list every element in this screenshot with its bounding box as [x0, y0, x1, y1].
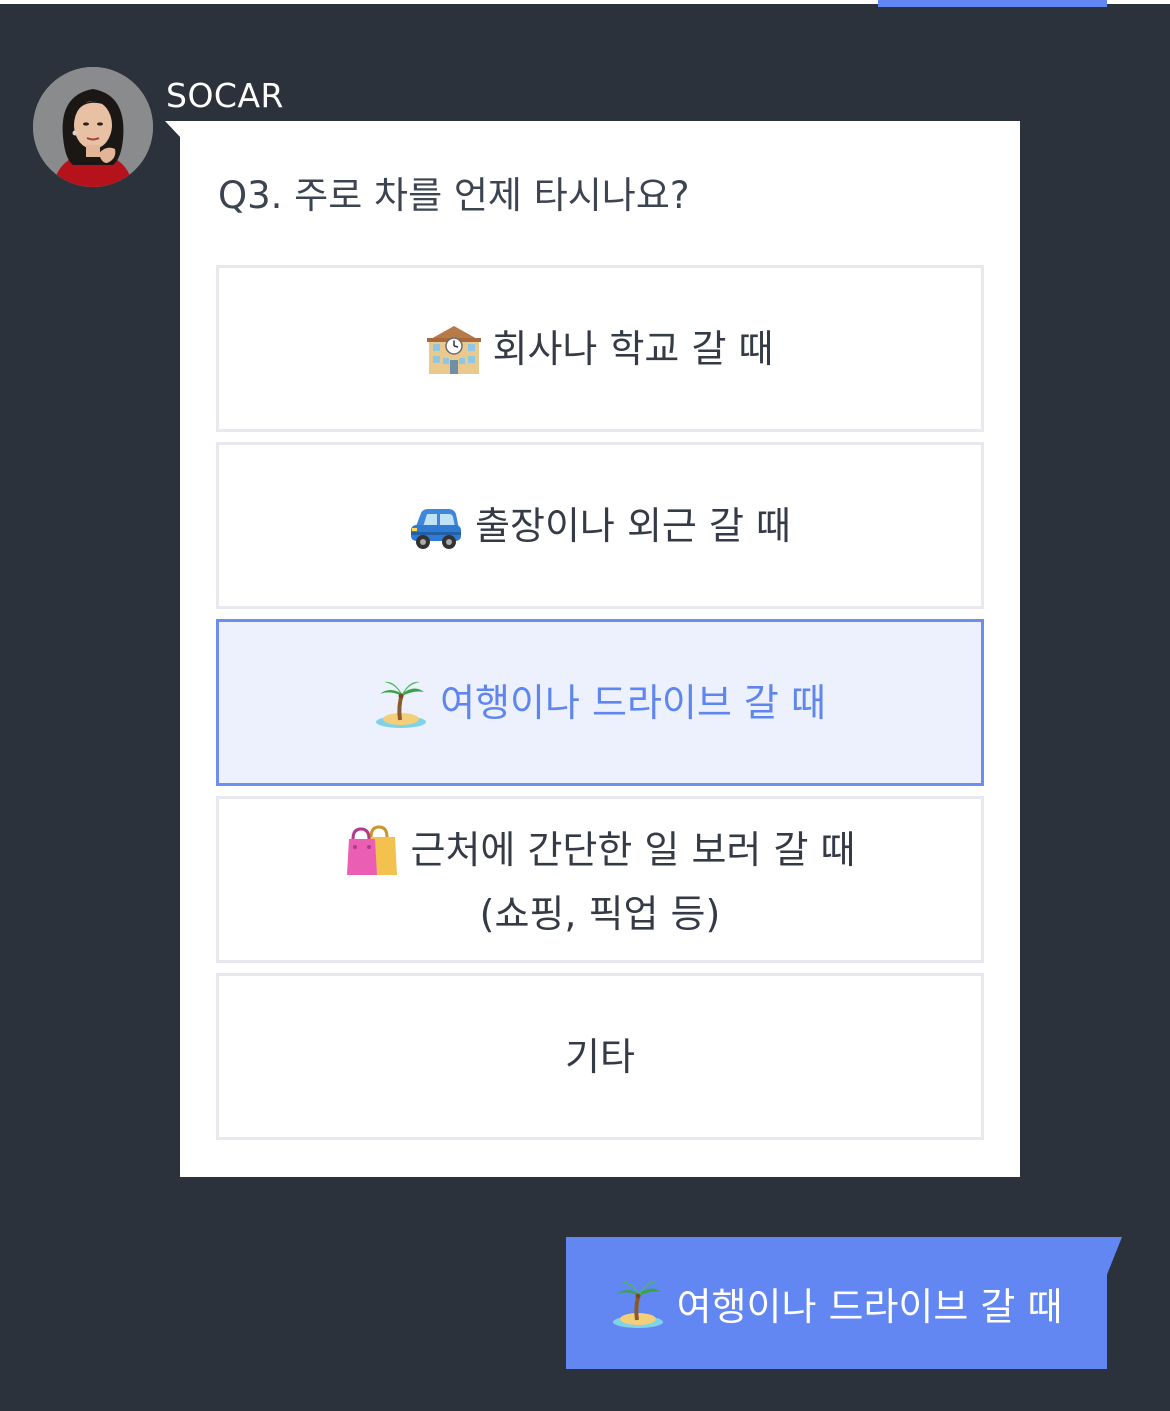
chat-screen: SOCAR Q3. 주로 차를 언제 타시나요? 회사나 학교 갈 때 출장이나… [0, 0, 1170, 1411]
previous-message-bubble-edge [878, 0, 1107, 7]
option-content: 기타 [565, 1034, 635, 1080]
option-content: 회사나 학교 갈 때 [426, 322, 774, 376]
option-commute[interactable]: 회사나 학교 갈 때 [216, 265, 984, 432]
avatar[interactable] [33, 67, 153, 187]
option-sublabel: (쇼핑, 픽업 등) [479, 891, 721, 936]
message-bubble-tail [165, 121, 181, 138]
option-label: 여행이나 드라이브 갈 때 [440, 680, 826, 725]
option-line-secondary: (쇼핑, 픽업 등) [480, 891, 721, 937]
question-title: Q3. 주로 차를 언제 타시나요? [218, 174, 690, 217]
option-label: 근처에 간단한 일 보러 갈 때 [410, 827, 856, 872]
user-answer-bubble: 여행이나 드라이브 갈 때 [566, 1237, 1107, 1369]
sender-name: SOCAR [166, 76, 284, 115]
option-label: 출장이나 외근 갈 때 [475, 503, 791, 548]
desert-island-icon [611, 1276, 665, 1330]
option-other[interactable]: 기타 [216, 973, 984, 1140]
profile-photo-icon [33, 67, 153, 187]
car-icon [409, 499, 463, 553]
option-line: 근처에 간단한 일 보러 갈 때 [345, 823, 856, 877]
option-label: 기타 [565, 1034, 635, 1079]
option-line: 여행이나 드라이브 갈 때 [374, 676, 826, 730]
option-content: 출장이나 외근 갈 때 [409, 499, 791, 553]
shopping-bags-icon [345, 823, 399, 877]
desert-island-icon [374, 676, 428, 730]
school-building-icon [426, 322, 481, 376]
question-message-card: Q3. 주로 차를 언제 타시나요? 회사나 학교 갈 때 출장이나 외근 갈 … [180, 121, 1020, 1177]
option-errand[interactable]: 근처에 간단한 일 보러 갈 때 (쇼핑, 픽업 등) [216, 796, 984, 963]
answer-bubble-tail [1106, 1237, 1122, 1277]
option-content: 근처에 간단한 일 보러 갈 때 (쇼핑, 픽업 등) [345, 823, 856, 937]
option-business-trip[interactable]: 출장이나 외근 갈 때 [216, 442, 984, 609]
option-travel-drive[interactable]: 여행이나 드라이브 갈 때 [216, 619, 984, 786]
option-line: 출장이나 외근 갈 때 [409, 499, 791, 553]
option-line: 회사나 학교 갈 때 [426, 322, 774, 376]
option-line: 기타 [565, 1034, 635, 1080]
option-label: 회사나 학교 갈 때 [492, 326, 774, 371]
option-content: 여행이나 드라이브 갈 때 [374, 676, 826, 730]
answer-text: 여행이나 드라이브 갈 때 [676, 1284, 1063, 1329]
